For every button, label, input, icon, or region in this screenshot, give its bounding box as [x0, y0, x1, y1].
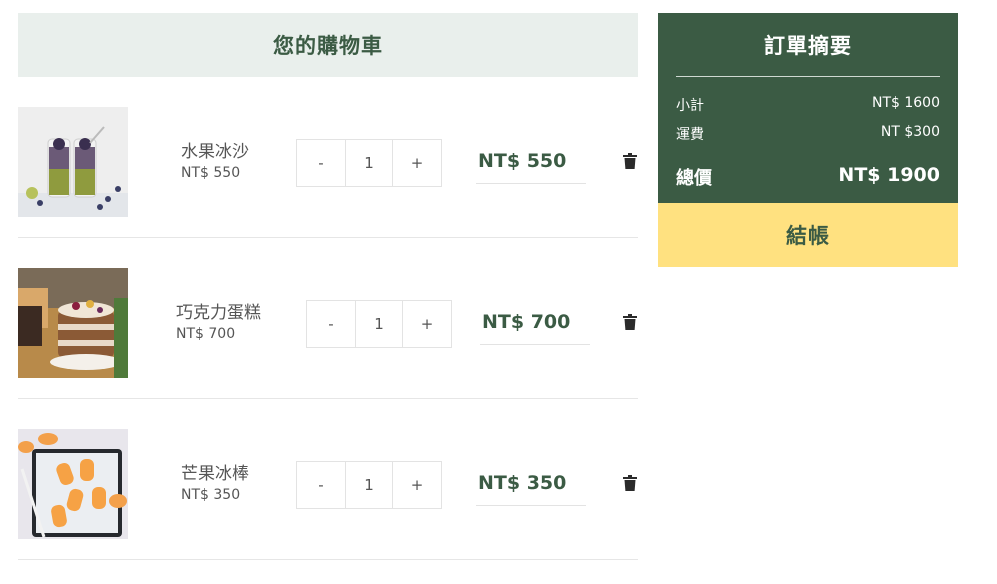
cart-title: 您的購物車 — [273, 34, 383, 58]
shipping-label: 運費 — [676, 127, 704, 143]
subtotal-label: 小計 — [676, 98, 704, 114]
item-unit-price: NT$ 550 — [181, 165, 241, 181]
total-value: NT$ 1900 — [838, 164, 940, 186]
item-line-total: NT$ 350 — [476, 470, 586, 506]
quantity-value[interactable]: 1 — [355, 301, 403, 347]
increase-quantity-button[interactable]: + — [393, 140, 441, 186]
quantity-value[interactable]: 1 — [345, 140, 393, 186]
subtotal-line: 小計 NT$ 1600 — [676, 95, 940, 115]
quantity-stepper: - 1 + — [296, 139, 442, 187]
item-name: 芒果冰棒 — [181, 464, 249, 484]
item-info: 芒果冰棒 NT$ 350 — [181, 463, 249, 505]
item-info: 水果冰沙 NT$ 550 — [181, 141, 249, 183]
smoothie-product-image[interactable] — [18, 107, 128, 217]
item-line-total: NT$ 700 — [480, 309, 590, 345]
item-name: 水果冰沙 — [181, 142, 249, 162]
cart-item-row: 水果冰沙 NT$ 550 - 1 + NT$ 550 — [18, 77, 638, 238]
summary-box: 訂單摘要 小計 NT$ 1600 運費 NT $300 總價 NT$ 1900 — [658, 13, 958, 203]
item-unit-price: NT$ 700 — [176, 326, 236, 342]
trash-icon[interactable] — [623, 153, 637, 169]
checkout-button[interactable]: 結帳 — [658, 203, 958, 267]
shopping-cart: 您的購物車 水果冰沙 NT$ 550 - 1 + NT$ 550 巧克力蛋糕 N… — [18, 13, 638, 560]
decrease-quantity-button[interactable]: - — [307, 301, 355, 347]
item-name: 巧克力蛋糕 — [176, 303, 261, 323]
trash-icon[interactable] — [623, 475, 637, 491]
decrease-quantity-button[interactable]: - — [297, 462, 345, 508]
item-line-total: NT$ 550 — [476, 148, 586, 184]
order-summary: 訂單摘要 小計 NT$ 1600 運費 NT $300 總價 NT$ 1900 … — [658, 13, 958, 267]
summary-title: 訂單摘要 — [676, 13, 940, 77]
decrease-quantity-button[interactable]: - — [297, 140, 345, 186]
item-info: 巧克力蛋糕 NT$ 700 — [176, 302, 261, 344]
shipping-value: NT $300 — [880, 124, 940, 140]
subtotal-value: NT$ 1600 — [871, 95, 940, 111]
cart-item-row: 巧克力蛋糕 NT$ 700 - 1 + NT$ 700 — [18, 238, 638, 399]
cart-item-row: 芒果冰棒 NT$ 350 - 1 + NT$ 350 — [18, 399, 638, 560]
cake-product-image[interactable] — [18, 268, 128, 378]
item-unit-price: NT$ 350 — [181, 487, 241, 503]
increase-quantity-button[interactable]: + — [403, 301, 451, 347]
total-line: 總價 NT$ 1900 — [676, 164, 940, 190]
quantity-value[interactable]: 1 — [345, 462, 393, 508]
shipping-line: 運費 NT $300 — [676, 124, 940, 144]
total-label: 總價 — [676, 168, 712, 189]
mango-popsicle-product-image[interactable] — [18, 429, 128, 539]
quantity-stepper: - 1 + — [296, 461, 442, 509]
cart-header: 您的購物車 — [18, 13, 638, 77]
increase-quantity-button[interactable]: + — [393, 462, 441, 508]
trash-icon[interactable] — [623, 314, 637, 330]
quantity-stepper: - 1 + — [306, 300, 452, 348]
